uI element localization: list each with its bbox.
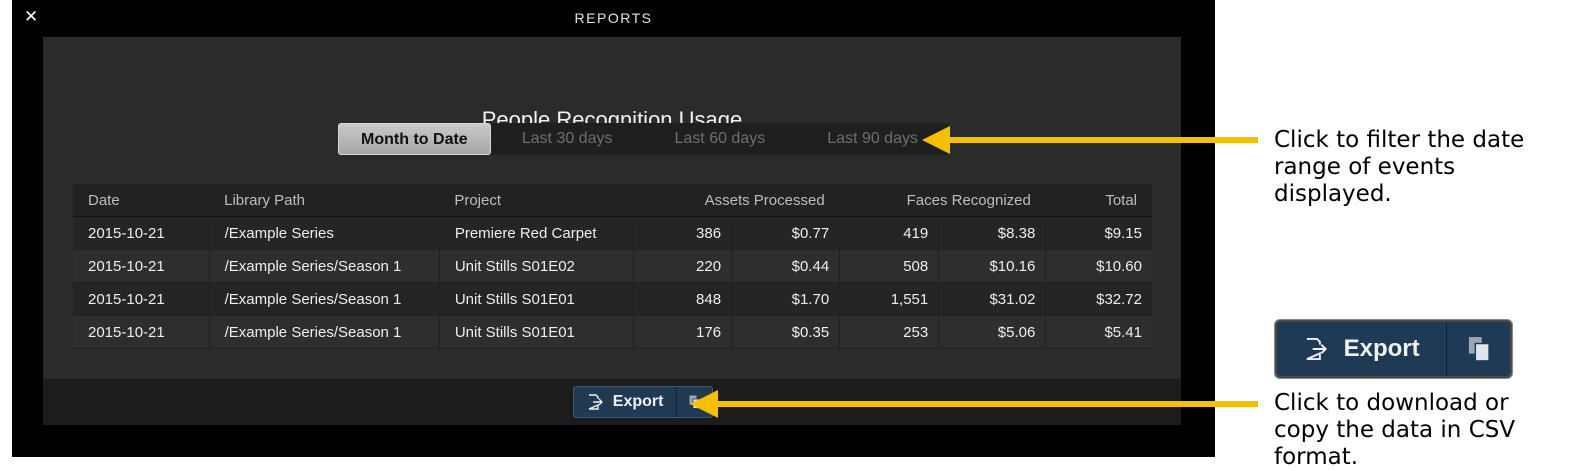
export-button-large[interactable]: Export [1277, 322, 1448, 376]
export-callout-text: Click to download or copy the data in CS… [1274, 390, 1516, 470]
export-button-enlarged: Export [1275, 320, 1512, 378]
export-label-large: Export [1343, 335, 1420, 362]
copy-button-large[interactable] [1447, 322, 1510, 376]
clipboard-icon [1468, 337, 1490, 362]
export-icon [1306, 337, 1327, 361]
filter-callout-text: Click to filter the date range of events… [1274, 127, 1525, 207]
